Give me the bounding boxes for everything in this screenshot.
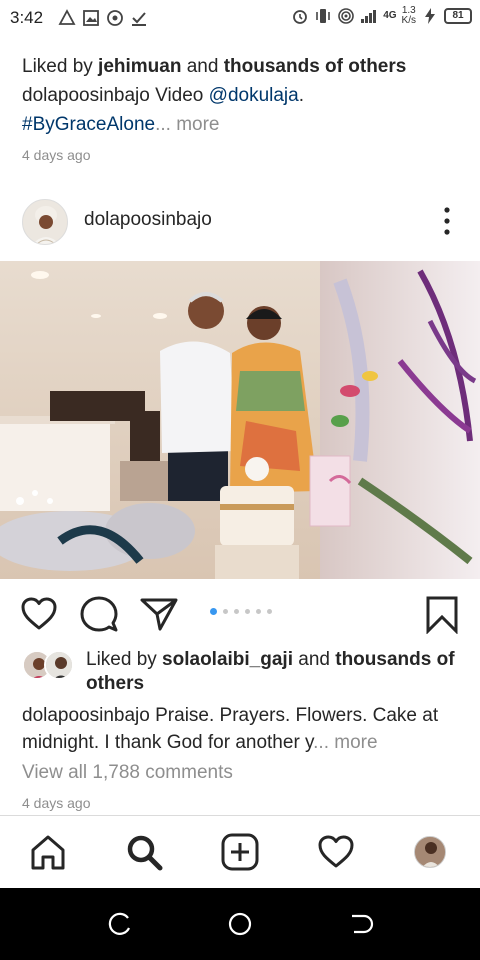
liked-user-link[interactable]: jehimuan <box>98 56 181 77</box>
post-photo[interactable] <box>0 261 480 579</box>
back-icon[interactable] <box>346 910 374 938</box>
speed-unit: K/s <box>401 15 416 26</box>
battery-indicator: 81 <box>444 8 472 24</box>
system-icons: 4G 1.3 K/s 81 <box>291 6 472 26</box>
more-link[interactable]: more <box>329 732 377 753</box>
notification-icons <box>58 9 148 27</box>
battery-level: 81 <box>444 8 472 24</box>
check-download-icon <box>132 12 146 26</box>
drive-icon <box>58 9 76 25</box>
carousel-dot <box>267 609 272 614</box>
caption-text: Video <box>149 85 209 106</box>
post-caption: dolapoosinbajo Praise. Prayers. Flowers.… <box>22 702 462 756</box>
home-circle-icon[interactable] <box>226 910 254 938</box>
caption-mention-link[interactable]: @dokulaja <box>209 85 299 106</box>
hashtag-link[interactable]: #ByGraceAlone <box>22 114 155 135</box>
like-heart-icon[interactable] <box>19 594 59 634</box>
profile-avatar[interactable] <box>414 836 446 868</box>
post-avatar[interactable] <box>22 199 68 245</box>
hotspot-icon <box>338 8 355 24</box>
likes-line: Liked by jehimuan and thousands of other… <box>22 52 462 81</box>
caption-ellipsis: ... <box>155 114 171 135</box>
liked-user-link[interactable]: solaolaibi_gaji <box>162 649 293 670</box>
search-icon[interactable] <box>124 832 164 872</box>
image-icon <box>83 10 99 26</box>
caption-ellipsis: ... <box>313 732 329 753</box>
carousel-dot <box>245 609 250 614</box>
activity-heart-icon[interactable] <box>316 832 356 872</box>
carousel-dot <box>234 609 239 614</box>
more-link[interactable]: more <box>171 114 219 135</box>
comment-icon[interactable] <box>79 594 119 634</box>
previous-post-footer: Liked by jehimuan and thousands of other… <box>22 52 462 163</box>
android-navigation-bar <box>0 888 480 960</box>
liker-avatars[interactable] <box>22 650 76 682</box>
carousel-indicator <box>210 608 272 615</box>
network-type: 4G <box>383 10 397 21</box>
caption-second-line: #ByGraceAlone... more <box>22 110 462 139</box>
alarm-icon <box>293 10 308 24</box>
signal-icon <box>361 10 377 23</box>
hotspot-icon <box>107 10 123 26</box>
caption: dolapoosinbajo Video @dokulaja. <box>22 81 462 110</box>
caption-username[interactable]: dolapoosinbajo <box>22 705 150 726</box>
post-username[interactable]: dolapoosinbajo <box>84 209 212 231</box>
likes-and: and <box>292 649 336 670</box>
likes-and: and <box>181 56 224 77</box>
post-actions <box>0 590 480 640</box>
caption-username[interactable]: dolapoosinbajo <box>22 85 150 106</box>
add-post-icon[interactable] <box>220 832 260 872</box>
caption-end: . <box>298 85 305 106</box>
status-time: 3:42 <box>10 8 44 27</box>
status-bar: 3:42 4G 1.3 K/s 81 <box>0 0 480 36</box>
recents-icon[interactable] <box>106 910 134 938</box>
post-header: dolapoosinbajo <box>0 196 480 248</box>
post-timestamp: 4 days ago <box>22 795 91 811</box>
more-options-icon[interactable] <box>442 206 452 236</box>
bottom-nav <box>0 815 480 888</box>
vibrate-icon <box>316 9 331 23</box>
carousel-dot <box>256 609 261 614</box>
carousel-dot-active <box>210 608 217 615</box>
photo-illustration <box>0 261 480 579</box>
network-speed: 1.3 K/s <box>402 6 416 26</box>
view-comments-link[interactable]: View all 1,788 comments <box>22 762 233 784</box>
home-icon[interactable] <box>28 832 68 872</box>
likes-prefix: Liked by <box>22 56 99 77</box>
post-timestamp: 4 days ago <box>22 147 91 163</box>
save-bookmark-icon[interactable] <box>422 594 462 634</box>
liker-avatar <box>44 650 74 680</box>
likes-text: Liked by solaolaibi_gaji and thousands o… <box>86 648 466 696</box>
likes-others-link[interactable]: thousands of others <box>224 56 407 77</box>
share-direct-icon[interactable] <box>139 594 179 634</box>
charging-icon <box>425 8 435 24</box>
likes-prefix: Liked by <box>86 649 163 670</box>
carousel-dot <box>223 609 228 614</box>
